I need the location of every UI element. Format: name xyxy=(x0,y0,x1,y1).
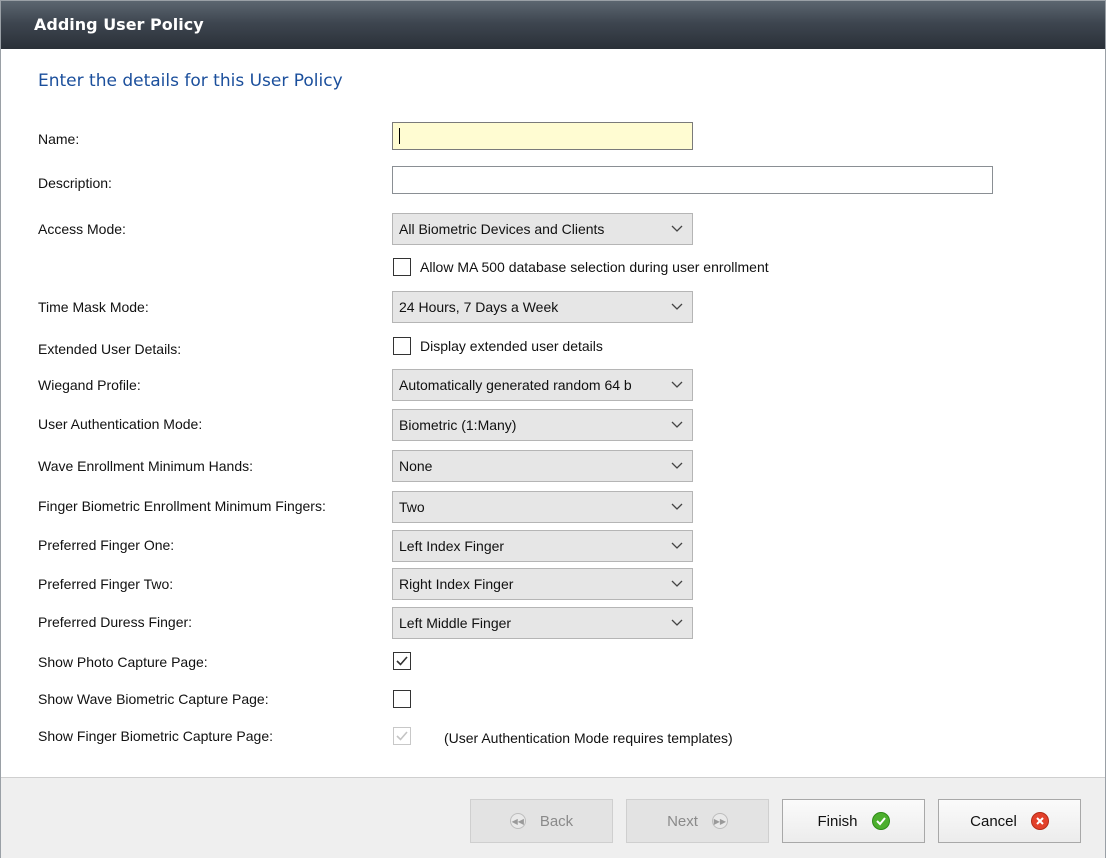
back-button[interactable]: ◀◀ Back xyxy=(470,799,613,843)
chevron-down-icon xyxy=(671,542,683,549)
next-button-label: Next xyxy=(667,812,698,830)
chevron-down-icon xyxy=(671,303,683,310)
preferred-finger-two-value: Right Index Finger xyxy=(399,576,514,592)
time-mask-mode-select[interactable]: 24 Hours, 7 Days a Week xyxy=(392,291,693,323)
wave-min-hands-value: None xyxy=(399,458,433,474)
chevron-down-icon xyxy=(671,580,683,587)
chevron-down-icon xyxy=(671,503,683,510)
description-label: Description: xyxy=(38,175,112,191)
show-photo-capture-checkbox[interactable] xyxy=(393,652,411,670)
preferred-duress-finger-label: Preferred Duress Finger: xyxy=(38,614,193,630)
time-mask-mode-label: Time Mask Mode: xyxy=(38,299,149,315)
cancel-button[interactable]: Cancel xyxy=(938,799,1081,843)
preferred-finger-two-select[interactable]: Right Index Finger xyxy=(392,568,693,600)
show-wave-capture-label: Show Wave Biometric Capture Page: xyxy=(38,691,269,707)
user-auth-mode-value: Biometric (1:Many) xyxy=(399,417,517,433)
dialog-footer: ◀◀ Back Next ▶▶ Finish Cancel xyxy=(1,777,1105,858)
show-photo-capture-label: Show Photo Capture Page: xyxy=(38,654,208,670)
preferred-finger-one-label: Preferred Finger One: xyxy=(38,537,175,553)
cancel-button-label: Cancel xyxy=(970,812,1017,830)
next-button[interactable]: Next ▶▶ xyxy=(626,799,769,843)
checkmark-icon xyxy=(396,656,408,666)
preferred-finger-one-value: Left Index Finger xyxy=(399,538,505,554)
show-wave-capture-checkbox[interactable] xyxy=(393,690,411,708)
preferred-finger-one-select[interactable]: Left Index Finger xyxy=(392,530,693,562)
checkmark-circle-icon xyxy=(871,812,890,830)
chevron-down-icon xyxy=(671,421,683,428)
show-finger-capture-checkbox xyxy=(393,727,411,745)
ma500-checkbox[interactable] xyxy=(393,258,411,276)
fast-forward-icon: ▶▶ xyxy=(711,813,728,829)
ma500-label: Allow MA 500 database selection during u… xyxy=(420,259,769,275)
extended-user-details-checkbox-label: Display extended user details xyxy=(420,338,603,354)
dialog-title: Adding User Policy xyxy=(1,1,1105,49)
finish-button[interactable]: Finish xyxy=(782,799,925,843)
extended-user-details-label: Extended User Details: xyxy=(38,341,182,357)
chevron-down-icon xyxy=(671,619,683,626)
back-button-label: Back xyxy=(539,812,574,830)
show-finger-capture-note: (User Authentication Mode requires templ… xyxy=(444,730,733,746)
checkmark-icon xyxy=(396,731,408,741)
finish-button-label: Finish xyxy=(817,812,858,830)
close-circle-icon xyxy=(1030,812,1049,830)
wave-min-hands-label: Wave Enrollment Minimum Hands: xyxy=(38,458,253,474)
access-mode-label: Access Mode: xyxy=(38,221,126,237)
finger-min-fingers-label: Finger Biometric Enrollment Minimum Fing… xyxy=(38,498,326,514)
wiegand-profile-label: Wiegand Profile: xyxy=(38,377,141,393)
preferred-duress-finger-select[interactable]: Left Middle Finger xyxy=(392,607,693,639)
access-mode-value: All Biometric Devices and Clients xyxy=(399,221,605,237)
add-user-policy-dialog: Adding User Policy Enter the details for… xyxy=(0,0,1106,858)
access-mode-select[interactable]: All Biometric Devices and Clients xyxy=(392,213,693,245)
wiegand-profile-value: Automatically generated random 64 b xyxy=(399,377,632,393)
chevron-down-icon xyxy=(671,225,683,232)
text-caret xyxy=(399,128,400,144)
name-input[interactable] xyxy=(392,122,693,150)
show-finger-capture-label: Show Finger Biometric Capture Page: xyxy=(38,728,273,744)
wiegand-profile-select[interactable]: Automatically generated random 64 b xyxy=(392,369,693,401)
finger-min-fingers-select[interactable]: Two xyxy=(392,491,693,523)
preferred-finger-two-label: Preferred Finger Two: xyxy=(38,576,174,592)
user-auth-mode-select[interactable]: Biometric (1:Many) xyxy=(392,409,693,441)
preferred-duress-finger-value: Left Middle Finger xyxy=(399,615,512,631)
chevron-down-icon xyxy=(671,462,683,469)
rewind-icon: ◀◀ xyxy=(509,813,526,829)
name-label: Name: xyxy=(38,131,80,147)
time-mask-mode-value: 24 Hours, 7 Days a Week xyxy=(399,299,559,315)
wave-min-hands-select[interactable]: None xyxy=(392,450,693,482)
chevron-down-icon xyxy=(671,381,683,388)
user-auth-mode-label: User Authentication Mode: xyxy=(38,416,203,432)
extended-user-details-checkbox[interactable] xyxy=(393,337,411,355)
description-input[interactable] xyxy=(392,166,993,194)
finger-min-fingers-value: Two xyxy=(399,499,425,515)
page-subtitle: Enter the details for this User Policy xyxy=(38,71,343,91)
